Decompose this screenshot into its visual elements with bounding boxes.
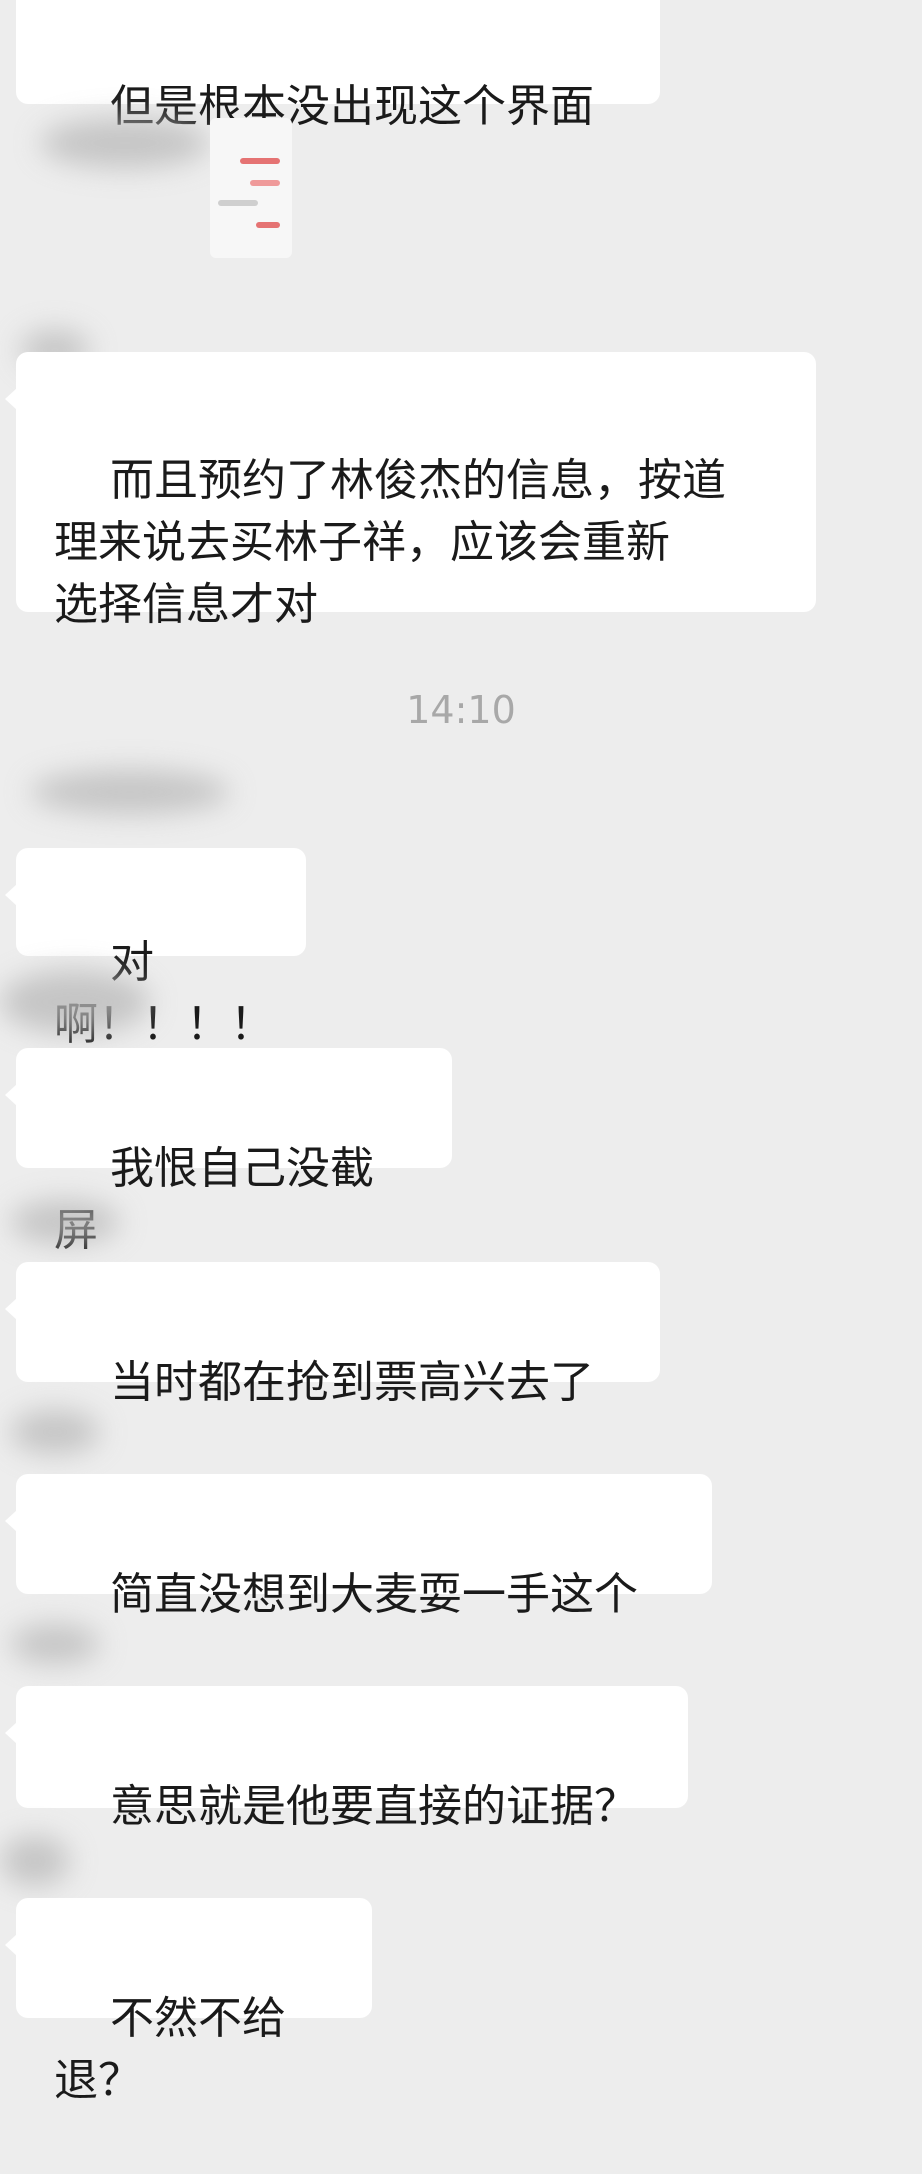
message-text: 简直没想到大麦耍一手这个 — [109, 1569, 638, 1620]
message-bubble-4[interactable]: 我恨自己没截屏 — [5, 1048, 452, 1256]
message-text: 而且预约了林俊杰的信息，按道 理来说去买林子祥，应该会重新 选择信息才对 — [54, 455, 726, 630]
image-thumb-line — [256, 222, 280, 228]
message-bubble-5[interactable]: 当时都在抢到票高兴去了 — [5, 1262, 660, 1408]
message-text: 不然不给退？ — [54, 1993, 286, 2106]
message-text: 当时都在抢到票高兴去了 — [109, 1357, 594, 1408]
message-text: 意思就是他要直接的证据？ — [109, 1781, 638, 1832]
message-timestamp: 14:10 — [406, 688, 516, 732]
blurred-sender-name — [10, 1624, 100, 1664]
message-bubble-6[interactable]: 简直没想到大麦耍一手这个 — [5, 1474, 712, 1620]
blurred-sender-name — [0, 1836, 70, 1886]
message-bubble-1[interactable]: 但是根本没出现这个界面 — [16, 0, 660, 132]
message-bubble-7[interactable]: 意思就是他要直接的证据？ — [5, 1686, 688, 1832]
image-thumb-line — [250, 180, 280, 186]
blurred-sender-name — [10, 1200, 120, 1244]
message-bubble-8[interactable]: 不然不给退？ — [5, 1898, 372, 2106]
image-thumb-line — [240, 158, 280, 164]
message-text: 我恨自己没截屏 — [54, 1143, 374, 1256]
image-attachment[interactable] — [210, 118, 292, 258]
blurred-sender-name — [0, 970, 150, 1034]
chat-window: 但是根本没出现这个界面 而且预约了林俊杰的信息，按道 理来说去买林子祥，应该会重… — [0, 0, 922, 2106]
blurred-sender-name — [10, 1410, 100, 1454]
message-bubble-2[interactable]: 而且预约了林俊杰的信息，按道 理来说去买林子祥，应该会重新 选择信息才对 — [5, 352, 816, 630]
blurred-sender-name — [30, 770, 230, 814]
message-bubble-3[interactable]: 对啊！！！！ — [5, 848, 306, 1050]
image-thumb-line — [218, 200, 258, 206]
blurred-sender-name — [40, 118, 210, 168]
